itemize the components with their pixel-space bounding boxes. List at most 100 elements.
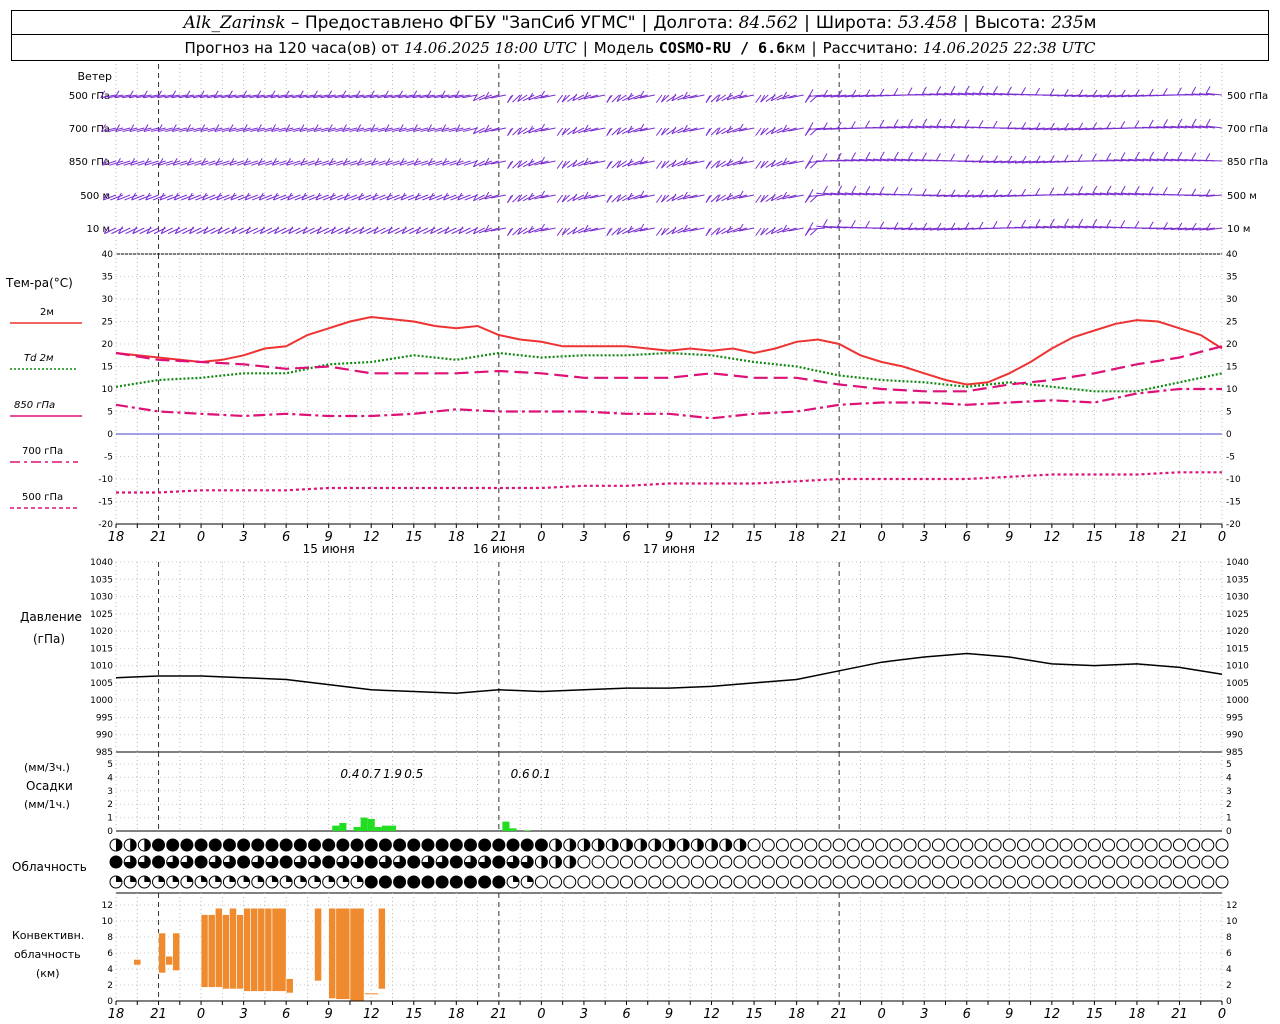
cloud-cover-fill <box>351 839 364 851</box>
precip-bar <box>332 825 340 831</box>
wind-barb-feather <box>907 87 913 95</box>
cloud-cover-symbol <box>861 875 875 889</box>
mid-hour-label: 21 <box>150 530 167 545</box>
cloud-cover-fill <box>237 856 250 868</box>
temp-tick-left: -5 <box>104 453 113 463</box>
pres-tick-right: 985 <box>1226 748 1243 758</box>
temp-tick-right: 35 <box>1226 273 1237 283</box>
bot-hour-label: 15 <box>1086 1007 1103 1022</box>
wind-barb-feather <box>606 95 612 103</box>
cloud-cover-symbol <box>1031 875 1045 889</box>
cloud-cover-fill <box>450 876 463 888</box>
bot-hour-label: 18 <box>788 1007 805 1022</box>
cloud-cover-fill <box>507 839 520 851</box>
bot-hour-label: 9 <box>325 1007 333 1022</box>
wind-barb-feather <box>1149 151 1155 160</box>
prec-tick-left: 5 <box>107 760 113 770</box>
cloud-cover-fill <box>555 855 562 868</box>
cloud-cover-fill <box>365 876 378 888</box>
wind-barb-feather <box>1163 151 1169 160</box>
cloud-cover-symbol <box>846 875 860 889</box>
wind-barb-feather <box>1162 187 1168 195</box>
temp-tick-left: 20 <box>102 340 114 350</box>
wind-barb <box>308 194 322 201</box>
convective-title-3: (км) <box>36 967 60 980</box>
cloud-cover-fill <box>450 839 463 851</box>
cloud-cover-symbol <box>1087 838 1101 852</box>
pres-tick-left: 1000 <box>90 696 113 706</box>
legend-700-label: 700 гПа <box>22 446 63 457</box>
wind-barb-feather <box>879 151 885 160</box>
wind-barb-feather <box>950 85 956 94</box>
bot-hour-label: 0 <box>878 1007 886 1022</box>
wind-barb-feather <box>1035 188 1041 196</box>
wind-barb <box>223 194 237 201</box>
bot-hour-label: 9 <box>1005 1007 1013 1022</box>
convective-bar <box>378 907 386 990</box>
cloud-cover-symbol <box>733 855 747 869</box>
wind-barb-feather <box>950 153 956 162</box>
convective-bar <box>222 914 230 990</box>
wind-barb-feather <box>993 85 998 94</box>
pres-tick-right: 1040 <box>1226 558 1249 568</box>
pres-tick-right: 1005 <box>1226 679 1249 689</box>
pres-tick-left: 1030 <box>90 593 113 603</box>
wind-barb-feather <box>879 119 885 128</box>
mid-hour-label: 3 <box>580 530 588 545</box>
wind-barb <box>393 194 407 201</box>
temp-tick-left: 25 <box>102 318 113 328</box>
cloud-cover-fill <box>379 839 392 851</box>
wind-barb-feather <box>1120 185 1126 194</box>
temp-tick-right: -15 <box>1226 498 1241 508</box>
convective-bar <box>271 907 287 992</box>
cloud-cover-fill <box>152 839 165 851</box>
precip-bar <box>381 825 389 831</box>
cloud-cover-fill <box>300 876 307 882</box>
cloud-cover-symbol <box>634 855 648 869</box>
wind-barb-feather <box>936 118 942 127</box>
mid-hour-label: 21 <box>831 530 848 545</box>
wind-barb <box>251 194 266 201</box>
cloud-cover-symbol <box>861 838 875 852</box>
convective-bar <box>328 907 337 999</box>
cloud-cover-symbol <box>1201 875 1215 889</box>
pres-tick-right: 995 <box>1226 713 1243 723</box>
wind-barb-feather <box>1205 153 1211 161</box>
wind-barb-feather <box>893 151 899 160</box>
wind-barb <box>421 160 436 166</box>
mid-hour-label: 0 <box>1218 530 1226 545</box>
wind-barb-feather <box>1035 219 1041 227</box>
temp-tick-right: 25 <box>1226 318 1237 328</box>
cloud-cover-symbol <box>818 855 832 869</box>
cloud-cover-symbol <box>804 855 818 869</box>
cloud-cover-symbol <box>1002 838 1016 852</box>
wind-barb-feather <box>837 185 843 194</box>
cloud-cover-fill <box>365 856 378 868</box>
wind-barb-feather <box>804 128 810 136</box>
pres-tick-left: 1015 <box>90 644 113 654</box>
cloud-cover-fill <box>215 875 222 882</box>
wind-barb-feather <box>979 85 984 94</box>
wind-barb-feather <box>907 151 913 160</box>
cloud-cover-symbol <box>1059 855 1073 869</box>
cloud-cover-symbol <box>1130 875 1144 889</box>
wind-barb-feather <box>1177 152 1183 160</box>
wind-barb-feather <box>893 88 899 96</box>
wind-barb-feather <box>851 152 857 160</box>
wind-barb <box>407 194 422 201</box>
mid-hour-label: 18 <box>448 530 465 545</box>
wind-barb-feather <box>1063 186 1069 195</box>
wind-barb-feather <box>922 118 928 127</box>
wind-barb-feather <box>1064 218 1069 227</box>
cloud-cover-fill <box>626 839 633 851</box>
cloud-cover-symbol <box>1045 875 1059 889</box>
wind-barb <box>337 194 351 201</box>
cloud-cover-symbol <box>690 855 704 869</box>
cloud-cover-symbol <box>1073 855 1087 869</box>
convective-bar <box>243 907 252 992</box>
mid-hour-label: 0 <box>878 530 886 545</box>
bot-hour-label: 15 <box>405 1007 422 1022</box>
cloud-cover-symbol <box>946 875 960 889</box>
cloud-cover-fill <box>654 839 661 852</box>
cloud-cover-symbol <box>1016 838 1030 852</box>
